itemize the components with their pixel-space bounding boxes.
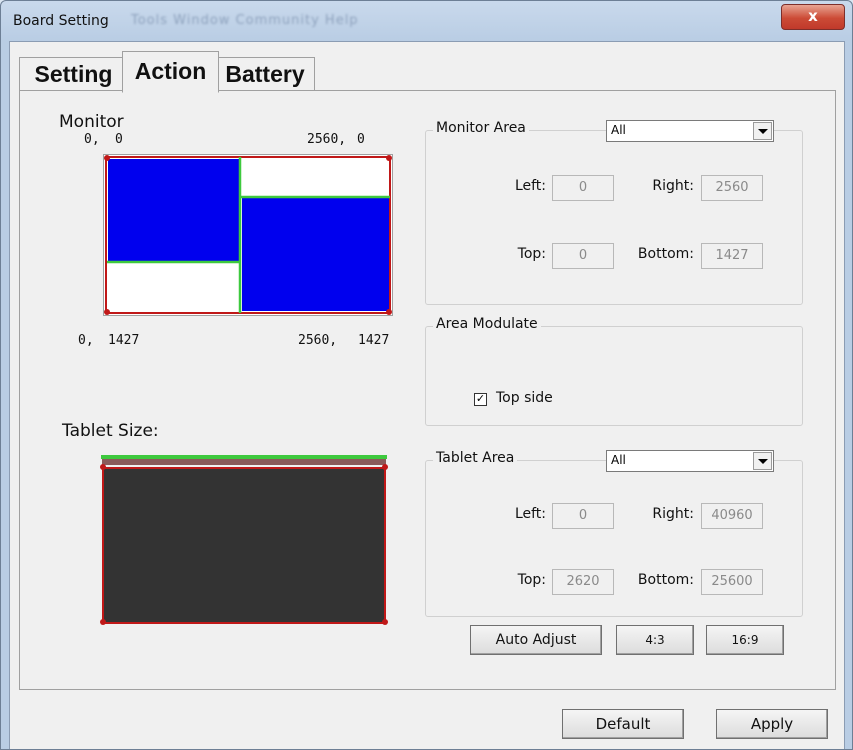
tablet-right-label: Right:	[652, 506, 694, 522]
tablet-bottom-label: Bottom:	[637, 572, 694, 588]
tab-battery-label: Battery	[225, 61, 305, 87]
monitor-right-label: Right:	[652, 178, 694, 194]
chevron-down-icon[interactable]	[753, 452, 772, 470]
monitor-area-label: Monitor Area	[433, 120, 529, 136]
monitor-top-left-y: 0	[115, 132, 123, 147]
monitor-area-group: Monitor Area All Left: 0 Right: 2560 Top…	[425, 120, 803, 305]
top-side-checkbox[interactable]: ✓	[474, 393, 487, 406]
tab-setting-label: Setting	[34, 61, 113, 87]
tablet-preview[interactable]	[100, 455, 390, 625]
monitor-right-field[interactable]: 2560	[701, 175, 763, 201]
tablet-area-select[interactable]: All	[606, 450, 774, 472]
corner-handle[interactable]	[100, 619, 106, 625]
tab-setting[interactable]: Setting	[19, 57, 128, 90]
tablet-area-map	[100, 455, 388, 625]
monitor-area-select[interactable]: All	[606, 120, 774, 142]
corner-handle[interactable]	[100, 464, 106, 470]
tab-battery[interactable]: Battery	[215, 57, 315, 90]
tablet-right-field[interactable]: 40960	[701, 503, 763, 529]
monitor-bottom-left-y: 1427	[108, 333, 140, 348]
monitor-preview[interactable]	[103, 154, 393, 316]
board-setting-window: Board Setting Tools Window Community Hel…	[0, 0, 853, 750]
apply-button[interactable]: Apply	[716, 709, 828, 739]
monitor-top-left-x: 0,	[84, 132, 100, 147]
monitor-bottom-field[interactable]: 1427	[701, 243, 763, 269]
tablet-left-field[interactable]: 0	[552, 503, 614, 529]
chevron-down-icon[interactable]	[753, 122, 772, 140]
monitor-area-selected: All	[611, 123, 626, 137]
corner-handle[interactable]	[382, 464, 388, 470]
top-side-label[interactable]: Top side	[496, 390, 553, 406]
monitor-top-right-x: 2560,	[307, 132, 347, 147]
tablet-bottom-field[interactable]: 25600	[701, 569, 763, 595]
tablet-top-label: Top:	[517, 572, 546, 588]
corner-handle[interactable]	[104, 309, 110, 315]
tablet-top-field[interactable]: 2620	[552, 569, 614, 595]
monitor-bottom-right-y: 1427	[358, 333, 390, 348]
close-button[interactable]: x	[781, 4, 845, 30]
area-modulate-group: Area Modulate ✓ Top side	[425, 316, 803, 426]
close-icon: x	[808, 7, 818, 25]
monitor-left-label: Left:	[514, 178, 546, 194]
tablet-area-selected: All	[611, 453, 626, 467]
tablet-active-area	[102, 467, 386, 624]
corner-handle[interactable]	[382, 619, 388, 625]
monitor-bottom-left-x: 0,	[78, 333, 94, 348]
monitor-bottom-right-x: 2560,	[298, 333, 338, 348]
ratio-4-3-button[interactable]: 4:3	[616, 625, 694, 655]
tablet-area-label: Tablet Area	[433, 450, 518, 466]
title-bar[interactable]: Board Setting Tools Window Community Hel…	[1, 1, 852, 41]
action-tab-panel: Monitor 0, 0 2560, 0 0, 1427 2560, 1427 …	[19, 90, 836, 690]
tablet-area-group: Tablet Area All Left: 0 Right: 40960 Top…	[425, 450, 803, 617]
tablet-size-label: Tablet Size:	[62, 421, 159, 441]
corner-handle[interactable]	[386, 155, 392, 161]
monitor-region-bottom-right	[242, 198, 389, 311]
corner-handle[interactable]	[104, 155, 110, 161]
window-title: Board Setting	[13, 13, 109, 29]
area-modulate-label: Area Modulate	[433, 316, 541, 332]
check-icon: ✓	[475, 392, 486, 405]
monitor-area-map	[104, 155, 392, 315]
monitor-bottom-label: Bottom:	[637, 246, 694, 262]
monitor-top-field[interactable]: 0	[552, 243, 614, 269]
monitor-top-right-y: 0	[357, 132, 365, 147]
monitor-left-field[interactable]: 0	[552, 175, 614, 201]
corner-handle[interactable]	[386, 309, 392, 315]
monitor-label: Monitor	[59, 112, 124, 132]
monitor-region-top-left	[108, 159, 239, 261]
ratio-16-9-button[interactable]: 16:9	[706, 625, 784, 655]
auto-adjust-button[interactable]: Auto Adjust	[470, 625, 602, 655]
monitor-top-label: Top:	[517, 246, 546, 262]
background-menu-ghost: Tools Window Community Help	[131, 13, 359, 28]
dialog-client-area: Setting Action Battery Monitor 0, 0 2560…	[9, 41, 845, 749]
tab-action[interactable]: Action	[122, 51, 219, 93]
default-button[interactable]: Default	[562, 709, 684, 739]
tab-action-label: Action	[134, 58, 207, 84]
tablet-left-label: Left:	[514, 506, 546, 522]
